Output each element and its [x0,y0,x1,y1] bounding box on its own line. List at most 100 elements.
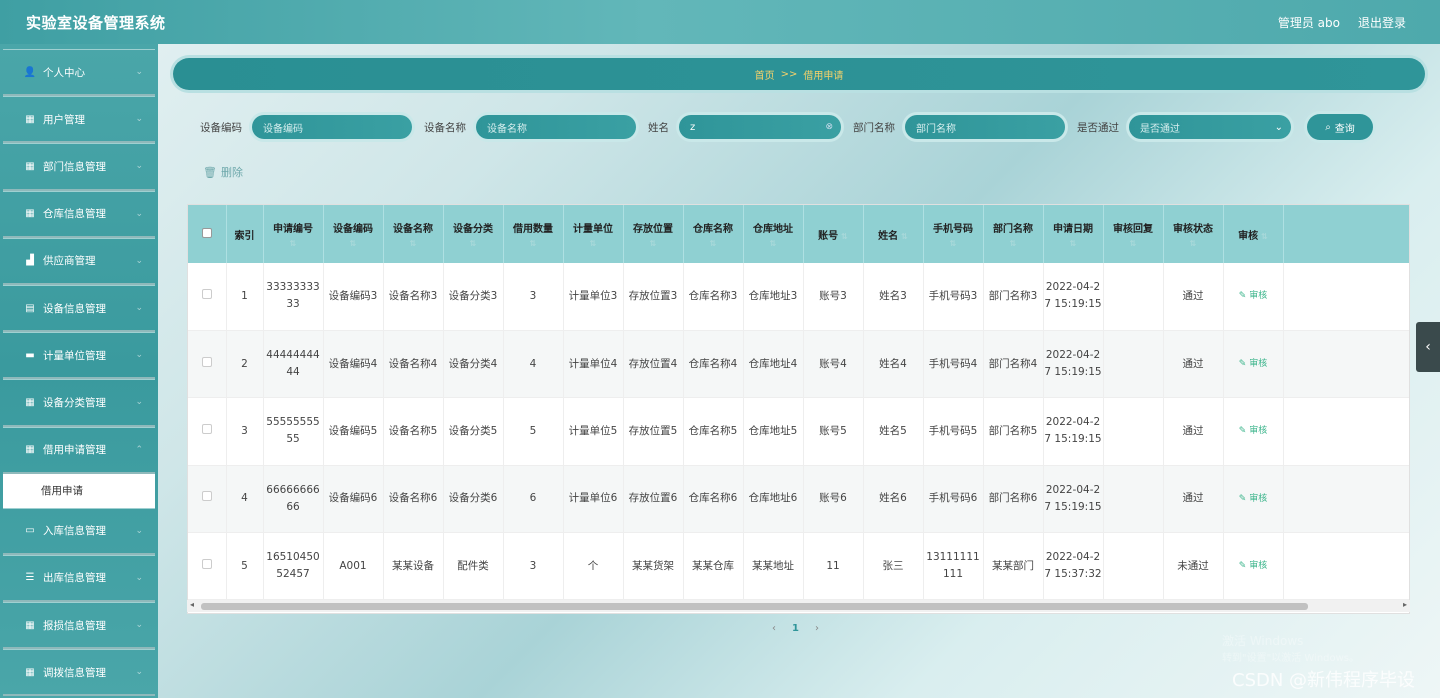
sort-icon[interactable]: ⇅ [924,239,983,248]
sort-icon[interactable]: ⇅ [444,239,503,248]
column-header[interactable]: 部门名称 ⇅ [983,205,1044,263]
sort-icon[interactable]: ⇅ [504,239,563,248]
column-header[interactable]: 计量单位 ⇅ [563,205,624,263]
row-checkbox[interactable] [201,558,212,569]
column-header[interactable]: 仓库名称 ⇅ [683,205,744,263]
sort-icon[interactable]: ⇅ [984,239,1043,248]
audit-link[interactable]: ✎ 审核 [1239,426,1267,436]
sidebar-item-label: 部门信息管理 [43,160,106,173]
column-header[interactable]: 申请日期 ⇅ [1043,205,1104,263]
sort-icon[interactable]: ⇅ [624,239,683,248]
column-header-label: 申请日期 [1053,224,1093,235]
sort-icon[interactable]: ⇅ [901,232,908,241]
column-header[interactable]: 手机号码 ⇅ [923,205,984,263]
scrollbar-thumb[interactable] [201,603,1308,610]
column-header: 索引 [226,205,264,263]
column-header[interactable]: 审核 ⇅ [1223,205,1284,263]
dept-label: 部门名称 [853,121,895,134]
table-row[interactable]: 1 3333333333 设备编码3 设备名称3 设备分类3 3 计量单位3 存放位置3 仓库名… [188,263,1409,331]
sidebar-item-units[interactable]: ▬ 计量单位管理 ⌄ [3,332,155,380]
sort-icon[interactable]: ⇅ [564,239,623,248]
sidebar-item-stock-in[interactable]: ▭ 入库信息管理 ⌄ [3,507,155,555]
table-cell: 2022-04-27 15:19:15 [1043,330,1104,399]
scroll-right-icon[interactable]: ▸ [1403,600,1407,609]
column-header[interactable]: 申请编号 ⇅ [263,205,324,263]
next-page-icon[interactable]: › [815,623,819,634]
table-cell: 通过 [1163,263,1224,331]
column-header[interactable]: 姓名 ⇅ [863,205,924,263]
name-input[interactable]: z ⊗ [679,115,841,139]
audit-link[interactable]: ✎ 审核 [1239,494,1267,504]
sort-icon[interactable]: ⇅ [1044,239,1103,248]
sort-icon[interactable]: ⇅ [1164,239,1223,248]
sidebar-item-categories[interactable]: ▦ 设备分类管理 ⌄ [3,379,155,427]
row-checkbox[interactable] [201,356,212,367]
data-table: 索引 申请编号 ⇅ 设备编码 ⇅ 设备名称 ⇅ 设备分类 ⇅ 借用数量 ⇅ 计量单位 ⇅ 存… [187,204,1410,614]
sidebar-item-warehouses[interactable]: ▦ 仓库信息管理 ⌄ [3,190,155,238]
sort-icon[interactable]: ⇅ [264,239,323,248]
sort-icon[interactable]: ⇅ [841,232,848,241]
table-cell: 仓库名称6 [683,465,744,534]
sort-icon[interactable]: ⇅ [324,239,383,248]
sort-icon[interactable]: ⇅ [1261,232,1268,241]
column-header[interactable]: 设备分类 ⇅ [443,205,504,263]
sidebar-item-suppliers[interactable]: ▟ 供应商管理 ⌄ [3,237,155,285]
scroll-left-icon[interactable]: ◂ [190,600,194,609]
prev-page-icon[interactable]: ‹ [772,623,776,634]
user-label[interactable]: 管理员 abo [1278,14,1340,31]
passed-select[interactable]: 是否通过 ⌄ [1129,115,1291,139]
sidebar-item-transfer[interactable]: ▦ 调拨信息管理 ⌄ [3,649,155,697]
dept-input[interactable]: 部门名称 [905,115,1065,139]
row-checkbox[interactable] [201,491,212,502]
sidebar-item-borrow[interactable]: ▦ 借用申请管理 ⌃ [3,426,155,474]
sidebar-item-users[interactable]: ▦ 用户管理 ⌄ [3,96,155,144]
sort-icon[interactable]: ⇅ [384,239,443,248]
table-row[interactable]: 4 6666666666 设备编码6 设备名称6 设备分类6 6 计量单位6 存放位置6 仓库名… [188,465,1409,534]
audit-link[interactable]: ✎ 审核 [1239,291,1267,301]
table-row[interactable]: 2 4444444444 设备编码4 设备名称4 设备分类4 4 计量单位4 存放位置4 仓库名… [188,330,1409,399]
logout-link[interactable]: 退出登录 [1358,14,1406,31]
table-row[interactable]: 3 5555555555 设备编码5 设备名称5 设备分类5 5 计量单位5 存放位置5 仓库名… [188,397,1409,466]
delete-button[interactable]: 🗑 删除 [203,164,243,180]
horizontal-scrollbar[interactable]: ◂ ▸ [187,600,1410,612]
device-name-input[interactable]: 设备名称 [476,115,636,139]
device-code-input[interactable]: 设备编码 [252,115,412,139]
sort-icon[interactable]: ⇅ [684,239,743,248]
column-header[interactable]: 设备名称 ⇅ [383,205,444,263]
page-number-current[interactable]: 1 [792,623,799,634]
column-header[interactable]: 存放位置 ⇅ [623,205,684,263]
table-cell: 5 [226,532,264,601]
query-button[interactable]: ⌕ 查询 [1307,114,1373,140]
column-header[interactable]: 借用数量 ⇅ [503,205,564,263]
device-name-label: 设备名称 [424,121,466,134]
column-header-label: 设备编码 [333,224,373,235]
breadcrumb-home[interactable]: 首页 [755,67,775,82]
chevron-down-icon: ⌄ [135,620,143,631]
column-header[interactable]: 设备编码 ⇅ [323,205,384,263]
table-cell: 部门名称6 [983,465,1044,534]
sidebar-item-profile[interactable]: 👤 个人中心 ⌄ [3,49,155,97]
column-header[interactable]: 仓库地址 ⇅ [743,205,804,263]
sort-icon[interactable]: ⇅ [1104,239,1163,248]
table-row[interactable]: 5 1651045052457 A001 某某设备 配件类 3 个某某货架 某某仓库 某某地址 1… [188,532,1409,601]
column-header[interactable]: 账号 ⇅ [803,205,864,263]
clear-icon[interactable]: ⊗ [825,122,833,132]
audit-link[interactable]: ✎ 审核 [1239,359,1267,369]
sidebar-item-label: 报损信息管理 [43,619,106,632]
select-all-checkbox[interactable] [201,227,212,238]
row-checkbox[interactable] [201,423,212,434]
audit-label: 审核 [1249,561,1268,572]
sort-icon[interactable]: ⇅ [744,239,803,248]
sidebar-item-devices[interactable]: ▤ 设备信息管理 ⌄ [3,284,155,333]
sidebar-subitem-borrow-request[interactable]: 借用申请 [3,473,155,508]
sidebar-item-damage[interactable]: ▦ 报损信息管理 ⌄ [3,602,155,650]
collapse-tab[interactable]: ‹ [1416,322,1440,372]
column-header[interactable]: 审核回复 ⇅ [1103,205,1164,263]
audit-link[interactable]: ✎ 审核 [1239,561,1267,571]
column-header[interactable]: 审核状态 ⇅ [1163,205,1224,263]
table-cell: 1651045052457 [263,532,324,601]
sidebar-item-stock-out[interactable]: ☰ 出库信息管理 ⌄ [3,554,155,603]
column-header-label: 部门名称 [993,224,1033,235]
row-checkbox[interactable] [201,288,212,299]
sidebar-item-departments[interactable]: ▦ 部门信息管理 ⌄ [3,143,155,191]
